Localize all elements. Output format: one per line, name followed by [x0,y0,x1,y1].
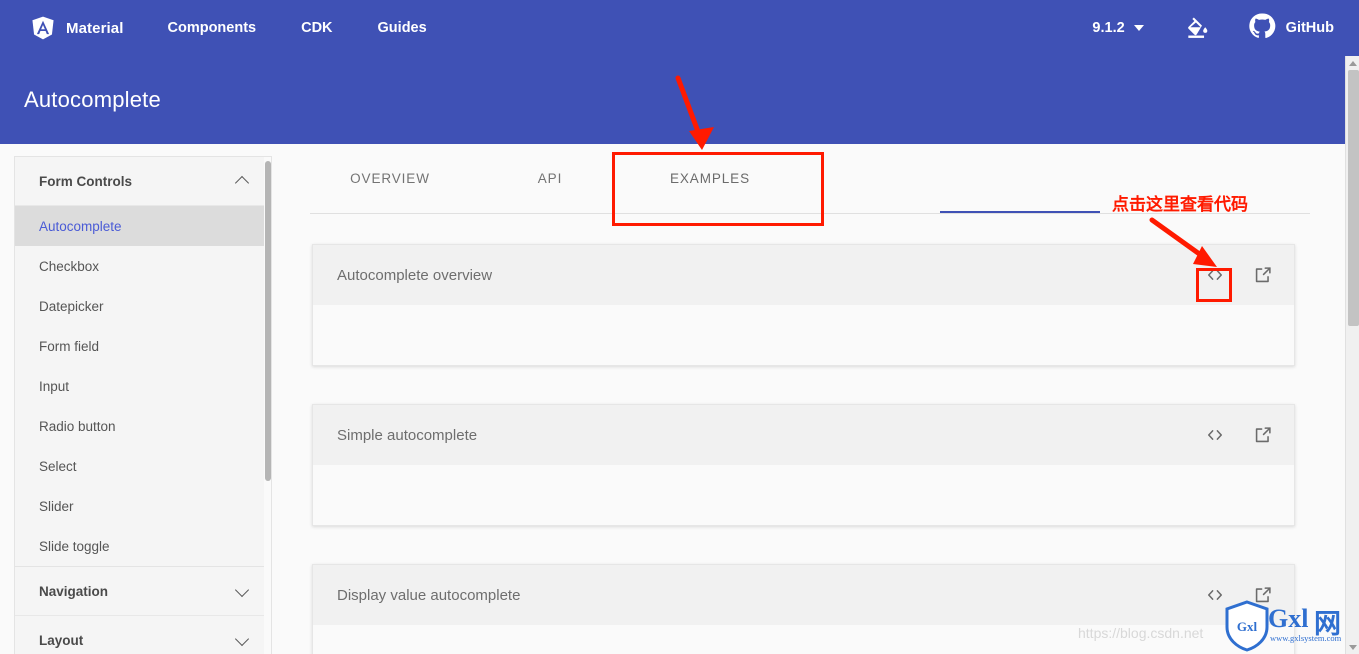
open-in-new-icon [1255,267,1271,283]
sidebar-item-label: Autocomplete [39,218,122,234]
open-in-stackblitz-button[interactable] [1250,262,1276,288]
chevron-down-icon [236,585,249,598]
tab-active-indicator [940,211,1100,213]
example-card-actions [1202,422,1276,448]
brand-label: Material [66,19,124,37]
sidebar-item-label: Slider [39,498,74,514]
tab-api[interactable]: API [470,144,630,213]
tab-label: API [537,171,563,186]
sidebar-item-form-field[interactable]: Form field [15,326,271,366]
sidebar-item-autocomplete[interactable]: Autocomplete [15,206,271,246]
github-icon [1248,12,1276,45]
sidebar-scrollbar[interactable] [264,157,271,654]
nav-link-guides[interactable]: Guides [378,20,427,36]
example-card-header: Simple autocomplete [313,405,1294,465]
open-in-new-icon [1255,427,1271,443]
sidebar-group-label: Layout [39,632,84,648]
sidebar-navigation: Form Controls Autocomplete Checkbox Date… [14,156,272,654]
example-title: Display value autocomplete [337,586,521,604]
sidebar-item-slider[interactable]: Slider [15,486,271,526]
version-selector[interactable]: 9.1.2 [1092,20,1144,36]
doc-tab-bar: OVERVIEW API EXAMPLES [310,144,1310,214]
topbar-right-actions: 9.1.2 GitHub [1092,12,1334,45]
svg-text:Gxl: Gxl [1237,619,1258,634]
chevron-down-icon [236,634,249,647]
view-code-button[interactable] [1202,422,1228,448]
paint-bucket-icon [1184,13,1210,44]
primary-nav-links: Components CDK Guides [168,20,472,36]
open-in-stackblitz-button[interactable] [1250,422,1276,448]
sidebar-item-radio-button[interactable]: Radio button [15,406,271,446]
sidebar-item-label: Form field [39,338,100,354]
sidebar-item-checkbox[interactable]: Checkbox [15,246,271,286]
example-card-body [313,465,1294,525]
tab-examples[interactable]: EXAMPLES [630,144,790,213]
github-label: GitHub [1285,20,1334,36]
sidebar-scrollbar-thumb[interactable] [264,161,271,481]
example-title: Simple autocomplete [337,426,478,444]
gxl-watermark-url: www.gxlsystem.com [1270,633,1342,643]
gxl-watermark-name: Gxl [1268,604,1309,633]
sidebar-item-label: Slide toggle [39,538,110,554]
tab-overview[interactable]: OVERVIEW [310,144,470,213]
chevron-up-icon [236,175,249,188]
sidebar-item-label: Datepicker [39,298,104,314]
example-card-actions [1202,262,1276,288]
sidebar-item-label: Select [39,458,77,474]
csdn-watermark: https://blog.csdn.net [1078,625,1204,641]
page-title: Autocomplete [24,87,161,112]
sidebar-item-select[interactable]: Select [15,446,271,486]
sidebar-item-label: Checkbox [39,258,100,274]
tab-label: OVERVIEW [350,171,430,186]
nav-link-components[interactable]: Components [168,20,257,36]
main-content: OVERVIEW API EXAMPLES Autocomplete overv… [280,144,1346,654]
nav-link-cdk[interactable]: CDK [301,20,332,36]
page-scrollbar-thumb[interactable] [1348,70,1359,326]
top-navigation-bar: Material Components CDK Guides 9.1.2 Git… [0,0,1359,56]
example-card-header: Autocomplete overview [313,245,1294,305]
sidebar-item-input[interactable]: Input [15,366,271,406]
example-card-header: Display value autocomplete [313,565,1294,625]
angular-shield-icon [30,15,56,41]
sidebar-group-navigation[interactable]: Navigation [15,567,271,616]
theme-picker-button[interactable] [1184,13,1210,44]
sidebar-item-label: Input [39,378,70,394]
sidebar-item-slide-toggle[interactable]: Slide toggle [15,526,271,566]
chevron-down-icon [1133,25,1144,31]
sidebar-group-layout[interactable]: Layout [15,616,271,654]
example-card: Autocomplete overview [312,244,1295,366]
example-card: Simple autocomplete [312,404,1295,526]
code-angle-brackets-icon [1207,270,1223,280]
example-title: Autocomplete overview [337,266,493,284]
example-card-body [313,305,1294,365]
page-title-banner: Autocomplete [0,56,1346,144]
sidebar-item-datepicker[interactable]: Datepicker [15,286,271,326]
page-scrollbar[interactable] [1345,56,1359,654]
examples-list: Autocomplete overview Simple autocomplet… [280,214,1346,654]
sidebar-group-label: Navigation [39,583,109,599]
version-label: 9.1.2 [1092,20,1125,36]
github-link[interactable]: GitHub [1248,12,1334,45]
sidebar-item-label: Radio button [39,418,116,434]
gxl-shield-logo-icon: Gxl [1224,600,1270,654]
sidebar-group-label: Form Controls [39,173,132,189]
code-angle-brackets-icon [1207,590,1223,600]
sidebar-group-form-controls[interactable]: Form Controls [15,157,271,206]
scroll-down-arrow-icon[interactable] [1346,640,1359,654]
code-angle-brackets-icon [1207,430,1223,440]
scroll-up-arrow-icon[interactable] [1346,56,1359,70]
view-code-button[interactable] [1202,262,1228,288]
app-root: Material Components CDK Guides 9.1.2 Git… [0,0,1359,654]
brand-home-link[interactable]: Material [30,15,124,41]
tab-label: EXAMPLES [670,171,750,186]
